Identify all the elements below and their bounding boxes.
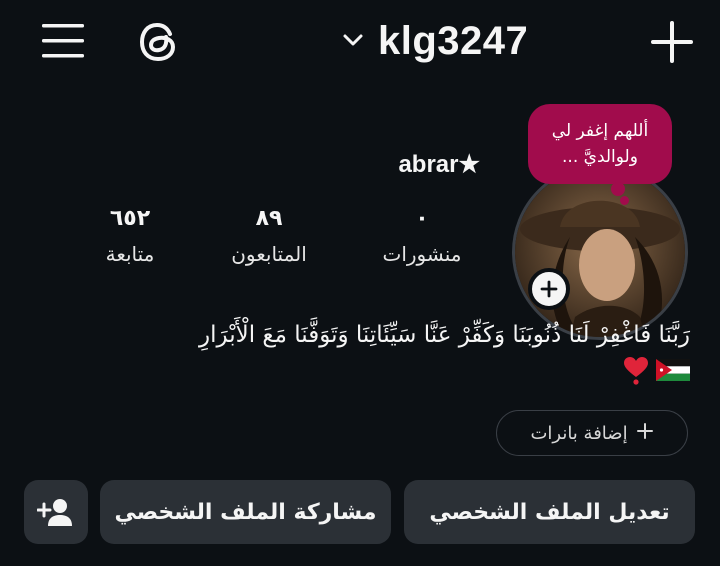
chevron-down-icon [342, 32, 364, 51]
account-switcher[interactable]: klg3247 [342, 14, 528, 68]
edit-profile-button[interactable]: تعديل الملف الشخصي [404, 480, 695, 544]
stat-following[interactable]: ٦٥٢ متابعة [90, 204, 170, 266]
followers-count: ٨٩ [255, 206, 283, 231]
stat-posts[interactable]: ٠ منشورات [374, 204, 470, 266]
posts-label: منشورات [382, 242, 462, 266]
add-banners-button[interactable]: إضافة بانرات [496, 410, 688, 456]
stat-followers[interactable]: ٨٩ المتابعون [214, 204, 324, 266]
add-user-icon [37, 499, 72, 526]
plus-icon [540, 280, 558, 298]
display-name: abrar★ [398, 151, 480, 178]
note-text: أللهم إغفر لي ولوالديَّ ... [551, 121, 649, 167]
add-story-button[interactable] [528, 268, 570, 310]
posts-count: ٠ [415, 206, 429, 231]
heart-exclamation-icon [622, 355, 650, 389]
note-bubble[interactable]: أللهم إغفر لي ولوالديَّ ... [528, 104, 672, 184]
note-tail [611, 182, 625, 196]
following-count: ٦٥٢ [109, 206, 151, 231]
create-plus-icon[interactable] [650, 20, 694, 64]
followers-label: المتابعون [231, 242, 307, 266]
bio-emojis [560, 356, 690, 388]
share-profile-button[interactable]: مشاركة الملف الشخصي [100, 480, 391, 544]
add-banners-label: إضافة بانرات [530, 422, 628, 444]
menu-icon[interactable] [42, 22, 84, 60]
username: klg3247 [378, 18, 529, 63]
following-label: متابعة [105, 242, 155, 266]
plus-icon [636, 422, 654, 445]
note-tail-dot [620, 196, 629, 205]
threads-icon[interactable] [136, 20, 180, 64]
add-user-button[interactable] [24, 480, 88, 544]
profile-avatar[interactable] [512, 164, 688, 340]
bio-text: رَبَّنَا فَاغْفِرْ لَنَا ذُنُوبَنَا وَكَ… [199, 322, 690, 348]
jordan-flag-icon [656, 359, 690, 385]
